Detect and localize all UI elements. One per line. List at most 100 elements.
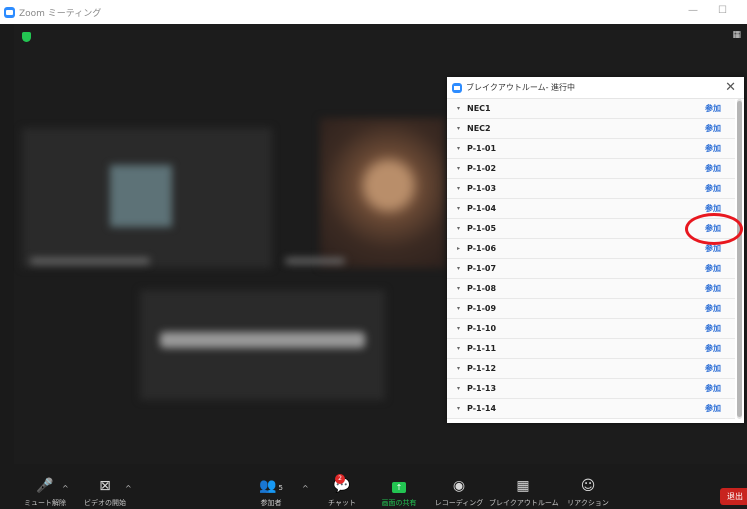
video-button[interactable]: ⊠ ビデオの開始: [80, 478, 130, 508]
window-title: Zoom ミーティング: [19, 8, 102, 19]
breakout-room-row[interactable]: ▾ NEC2 参加: [447, 119, 735, 139]
breakout-rooms-button[interactable]: ▦ ブレイクアウトルーム: [489, 478, 559, 508]
breakout-room-row[interactable]: ▾ P-1-05 参加: [447, 219, 735, 239]
room-name: P-1-08: [467, 284, 497, 293]
breakout-room-row[interactable]: ▾ P-1-02 参加: [447, 159, 735, 179]
join-room-button[interactable]: 参加: [705, 203, 721, 214]
expand-chevron-icon[interactable]: ▾: [457, 345, 465, 352]
room-name: P-1-14: [467, 404, 497, 413]
expand-chevron-icon[interactable]: ▾: [457, 145, 465, 152]
expand-chevron-icon[interactable]: ▾: [457, 285, 465, 292]
video-off-icon: ⊠: [99, 478, 111, 494]
breakout-room-row[interactable]: ▾ P-1-07 参加: [447, 259, 735, 279]
mute-button[interactable]: 🎤 ミュート解除: [20, 478, 70, 508]
room-name: P-1-01: [467, 144, 497, 153]
join-room-button[interactable]: 参加: [705, 163, 721, 174]
share-screen-button[interactable]: ↑ 画面の共有: [375, 478, 423, 508]
room-list: ▾ NEC1 参加 ▾ NEC2 参加 ▾ P-1-01 参加 ▾ P-1-02 参加 ▾ P-1-03 参…: [447, 99, 735, 419]
breakout-room-row[interactable]: ▾ P-1-12 参加: [447, 359, 735, 379]
breakout-room-row[interactable]: ▾ P-1-04 参加: [447, 199, 735, 219]
record-button[interactable]: ◉ レコーディング: [432, 478, 486, 508]
breakout-room-row[interactable]: ▸ P-1-06 参加: [447, 239, 735, 259]
reaction-label: リアクション: [567, 499, 609, 507]
expand-chevron-icon[interactable]: ▾: [457, 225, 465, 232]
breakout-room-row[interactable]: ▾ P-1-10 参加: [447, 319, 735, 339]
participants-icon: 👥 5: [259, 478, 283, 494]
leave-button[interactable]: 退出: [720, 488, 747, 505]
breakout-rooms-panel: ブレイクアウトルーム- 進行中 ✕ ▾ NEC1 参加 ▾ NEC2 参加 ▾ P-1-01 参…: [447, 77, 744, 423]
breakout-room-row[interactable]: ▾ P-1-03 参加: [447, 179, 735, 199]
video-label: ビデオの開始: [84, 499, 126, 507]
participants-button[interactable]: 👥 5 参加者: [254, 478, 288, 508]
room-name: NEC1: [467, 104, 491, 113]
join-room-button[interactable]: 参加: [705, 223, 721, 234]
expand-chevron-icon[interactable]: ▾: [457, 125, 465, 132]
chat-label: チャット: [328, 499, 356, 507]
chat-icon: 💬 2: [333, 474, 351, 494]
minimize-button[interactable]: —: [688, 5, 698, 16]
join-room-button[interactable]: 参加: [705, 383, 721, 394]
zoom-app-icon: [452, 82, 462, 93]
expand-chevron-icon[interactable]: ▾: [457, 305, 465, 312]
expand-chevron-icon[interactable]: ▾: [457, 185, 465, 192]
expand-chevron-icon[interactable]: ▾: [457, 385, 465, 392]
expand-chevron-icon[interactable]: ▾: [457, 365, 465, 372]
breakout-room-row[interactable]: ▾ P-1-13 参加: [447, 379, 735, 399]
expand-chevron-icon[interactable]: ▾: [457, 325, 465, 332]
breakout-room-row[interactable]: ▾ NEC1 参加: [447, 99, 735, 119]
breakout-room-row[interactable]: ▾ P-1-11 参加: [447, 339, 735, 359]
expand-chevron-icon[interactable]: ▾: [457, 105, 465, 112]
join-room-button[interactable]: 参加: [705, 123, 721, 134]
room-name: P-1-03: [467, 184, 497, 193]
join-room-button[interactable]: 参加: [705, 343, 721, 354]
chat-button[interactable]: 💬 2 チャット: [325, 474, 359, 508]
breakout-room-row[interactable]: ▾ P-1-01 参加: [447, 139, 735, 159]
video-options-caret[interactable]: ^: [125, 484, 132, 493]
participants-count: 5: [278, 484, 283, 492]
window-titlebar: Zoom ミーティング — ☐: [0, 0, 747, 24]
mute-label: ミュート解除: [24, 499, 66, 507]
participants-options-caret[interactable]: ^: [302, 484, 309, 493]
scrollbar-thumb[interactable]: [737, 101, 742, 417]
room-name: P-1-04: [467, 204, 497, 213]
expand-chevron-icon[interactable]: ▾: [457, 405, 465, 412]
maximize-button[interactable]: ☐: [718, 5, 727, 16]
scrollbar[interactable]: [737, 99, 742, 419]
reaction-button[interactable]: ☺ リアクション: [566, 478, 610, 508]
smiley-plus-icon: ☺: [580, 478, 596, 494]
join-room-button[interactable]: 参加: [705, 103, 721, 114]
breakout-grid-icon: ▦: [516, 478, 530, 494]
record-icon: ◉: [452, 478, 466, 494]
panel-title: ブレイクアウトルーム- 進行中: [466, 83, 576, 92]
breakout-room-row[interactable]: ▾ P-1-09 参加: [447, 299, 735, 319]
join-room-button[interactable]: 参加: [705, 143, 721, 154]
zoom-app-icon: [4, 6, 15, 18]
participant-video: [320, 118, 445, 268]
room-name: P-1-02: [467, 164, 497, 173]
room-name: NEC2: [467, 124, 491, 133]
expand-chevron-icon[interactable]: ▾: [457, 265, 465, 272]
record-label: レコーディング: [434, 499, 484, 507]
view-grid-icon[interactable]: ▦: [732, 30, 741, 40]
share-label: 画面の共有: [381, 499, 417, 507]
expand-chevron-icon[interactable]: ▾: [457, 165, 465, 172]
room-name: P-1-05: [467, 224, 497, 233]
join-room-button[interactable]: 参加: [705, 403, 721, 414]
participant-name: [30, 258, 150, 264]
close-icon[interactable]: ✕: [725, 80, 736, 95]
expand-chevron-icon[interactable]: ▾: [457, 205, 465, 212]
join-room-button[interactable]: 参加: [705, 323, 721, 334]
join-room-button[interactable]: 参加: [705, 183, 721, 194]
participant-name: [160, 332, 365, 348]
join-room-button[interactable]: 参加: [705, 263, 721, 274]
breakout-room-row[interactable]: ▾ P-1-14 参加: [447, 399, 735, 419]
join-room-button[interactable]: 参加: [705, 303, 721, 314]
expand-chevron-icon[interactable]: ▸: [457, 245, 465, 252]
join-room-button[interactable]: 参加: [705, 283, 721, 294]
join-room-button[interactable]: 参加: [705, 363, 721, 374]
audio-options-caret[interactable]: ^: [62, 484, 69, 493]
breakout-room-row[interactable]: ▾ P-1-08 参加: [447, 279, 735, 299]
encryption-shield-icon[interactable]: [22, 32, 31, 42]
participants-label: 参加者: [260, 499, 282, 507]
join-room-button[interactable]: 参加: [705, 243, 721, 254]
